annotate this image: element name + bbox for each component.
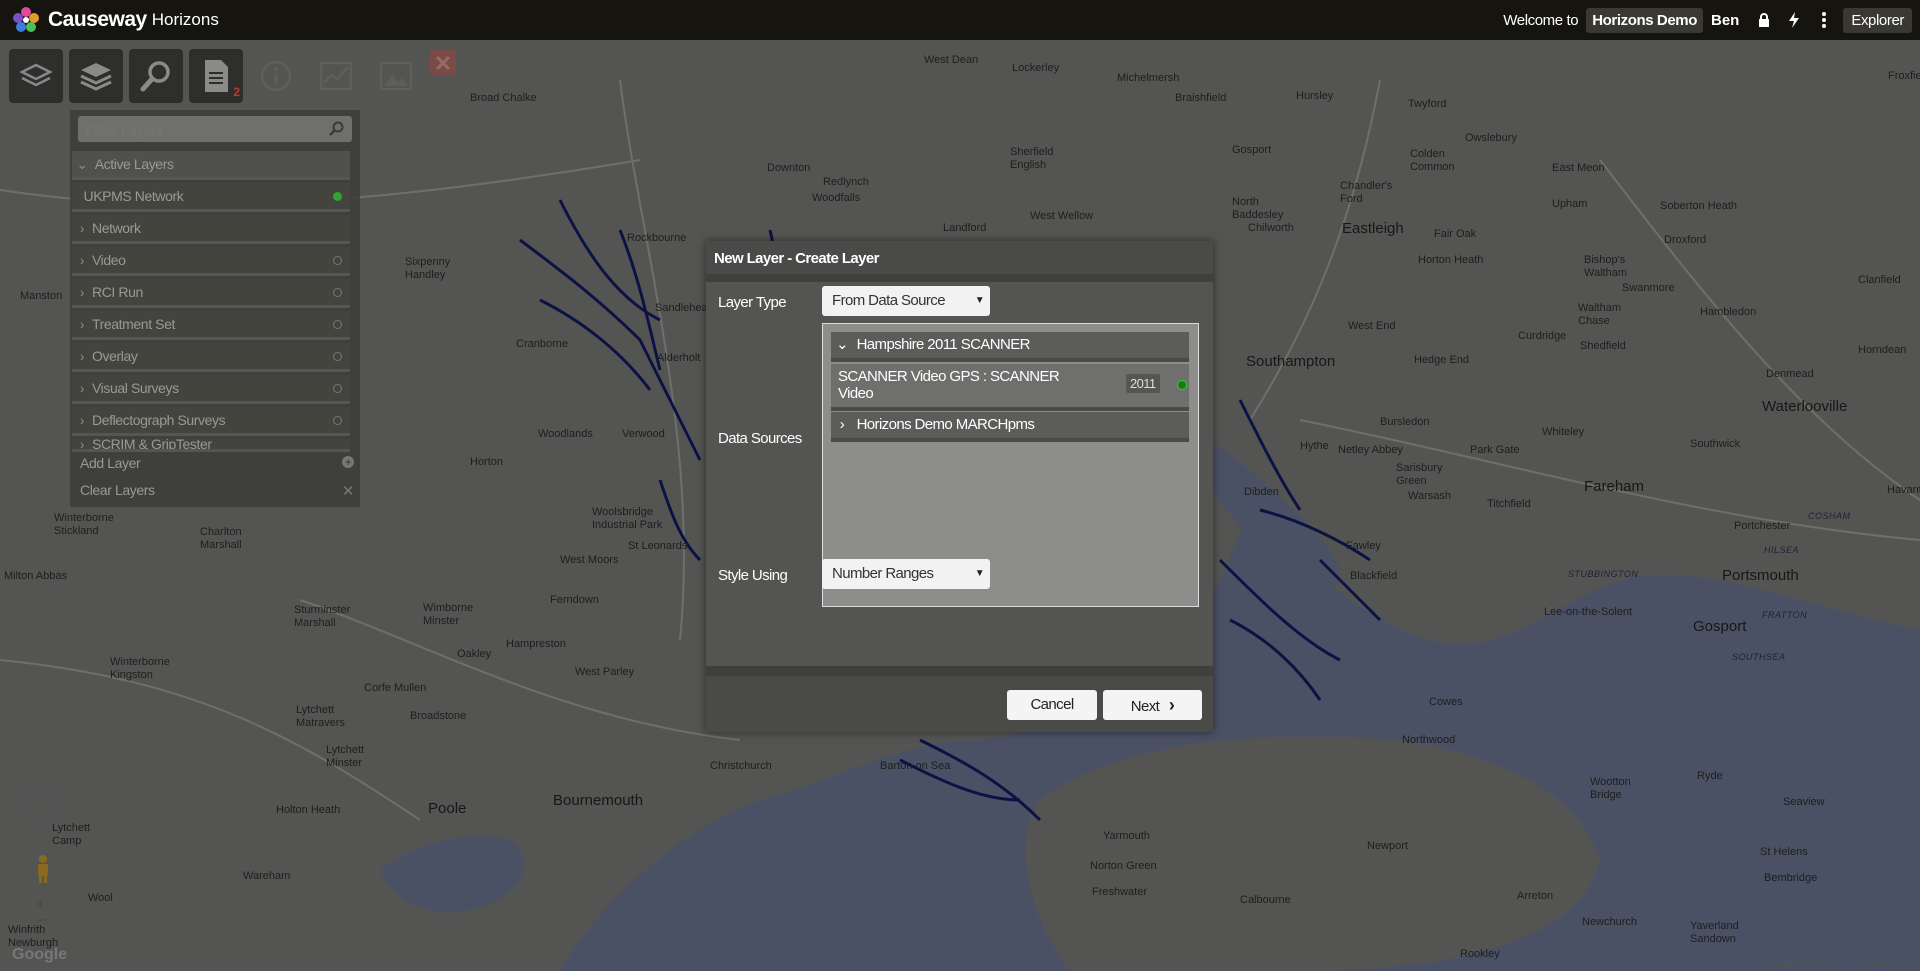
active-layers-header[interactable]: ⌄ Active Layers	[72, 151, 350, 180]
layer-group-overlay[interactable]: › Overlay	[72, 343, 350, 372]
base-layers-icon	[19, 63, 53, 87]
layer-group-treatment-set[interactable]: › Treatment Set	[72, 311, 350, 340]
chevron-right-icon: ›	[79, 220, 85, 236]
google-logo[interactable]: Google	[12, 947, 67, 963]
chevron-down-icon: ⌄	[76, 156, 88, 172]
data-sources-label: Data Sources	[718, 430, 802, 447]
layer-indicator	[333, 384, 342, 393]
search-icon[interactable]	[328, 121, 344, 137]
close-icon	[430, 50, 456, 76]
info-button[interactable]	[249, 49, 303, 103]
new-layer-dialog: New Layer - Create Layer Layer Type From…	[706, 241, 1213, 732]
caret-down-icon: ▼	[974, 568, 985, 579]
info-icon	[260, 60, 292, 92]
dialog-body: Layer Type From Data Source ▼ Data Sourc…	[706, 282, 1213, 666]
chart-icon	[319, 61, 353, 91]
layer-group-network[interactable]: › Network	[72, 215, 350, 244]
close-tool-button[interactable]	[428, 48, 458, 78]
chart-button[interactable]	[309, 49, 363, 103]
brand-name: Causeway	[48, 8, 147, 31]
lightning-icon[interactable]	[1783, 8, 1805, 32]
map-attribution: Map data ©2015 Google	[1766, 962, 1843, 969]
image-button[interactable]	[369, 49, 423, 103]
layer-filter[interactable]	[78, 116, 352, 144]
close-icon: ✕	[341, 483, 355, 500]
explorer-mode-button[interactable]: Explorer	[1843, 7, 1912, 33]
user-button[interactable]: Ben	[1711, 12, 1739, 29]
chevron-right-icon: ›	[839, 416, 845, 433]
layer-active-indicator	[333, 192, 342, 201]
layer-group-rci-run[interactable]: › RCI Run	[72, 279, 350, 308]
chevron-right-icon: ›	[79, 284, 85, 300]
header-right: Welcome to Horizons Demo Ben Explorer	[1503, 0, 1912, 40]
layer-indicator	[333, 288, 342, 297]
street-view-pegman-icon[interactable]	[34, 854, 52, 884]
add-layer-button[interactable]: Add Layer +	[80, 455, 354, 471]
layer-group-scrim[interactable]: › SCRIM & GripTester	[72, 439, 350, 452]
clear-layers-button[interactable]: Clear Layers ✕	[80, 482, 355, 500]
source-group-horizons-demo[interactable]: › Horizons Demo MARCHpms	[831, 412, 1189, 442]
divider	[706, 274, 1213, 282]
reports-badge: 2	[233, 85, 240, 99]
search-button[interactable]	[129, 49, 183, 103]
next-button[interactable]: Next ›	[1103, 690, 1202, 720]
filter-layers-input[interactable]	[78, 116, 328, 144]
reports-button[interactable]: 2	[189, 49, 243, 103]
layer-group-deflectograph[interactable]: › Deflectograph Surveys	[72, 407, 350, 436]
layer-indicator	[333, 256, 342, 265]
layer-type-label: Layer Type	[718, 294, 787, 311]
layer-group-video[interactable]: › Video	[72, 247, 350, 276]
pan-control[interactable]	[22, 782, 66, 826]
layers-icon	[80, 63, 112, 91]
divider	[706, 666, 1213, 676]
chevron-right-icon: ›	[79, 439, 85, 452]
chevron-right-icon: ›	[79, 412, 85, 428]
year-badge: 2011	[1126, 374, 1160, 393]
add-icon: +	[342, 456, 354, 468]
dialog-title: New Layer - Create Layer	[714, 250, 879, 267]
search-icon	[140, 61, 170, 92]
chevron-down-icon: ⌄	[836, 336, 849, 353]
layer-indicator	[333, 320, 342, 329]
chevron-right-icon: ›	[79, 380, 85, 396]
layers-button[interactable]	[69, 49, 123, 103]
chevron-right-icon: ›	[1168, 695, 1175, 715]
lock-icon[interactable]	[1753, 8, 1775, 32]
image-icon	[379, 61, 413, 91]
more-vertical-icon[interactable]	[1813, 8, 1835, 32]
caret-down-icon: ▼	[974, 295, 985, 306]
chevron-right-icon: ›	[79, 348, 85, 364]
zoom-in-button[interactable]: +	[36, 896, 45, 913]
chevron-right-icon: ›	[79, 316, 85, 332]
source-item-scanner-video[interactable]: SCANNER Video GPS : SCANNER Video 2011	[831, 364, 1189, 411]
top-bar: Causeway Horizons Welcome to Horizons De…	[0, 0, 1920, 40]
chevron-right-icon: ›	[79, 252, 85, 268]
layer-group-visual-surveys[interactable]: › Visual Surveys	[72, 375, 350, 404]
status-indicator	[1177, 380, 1187, 390]
layer-indicator	[333, 352, 342, 361]
terms-link[interactable]: Terms of Use	[1866, 959, 1907, 971]
layer-type-select[interactable]: From Data Source ▼	[822, 286, 990, 316]
cancel-button[interactable]: Cancel	[1007, 690, 1097, 720]
layer-indicator	[333, 416, 342, 425]
app-logo[interactable]: Causeway Horizons	[10, 4, 219, 36]
welcome-text: Welcome to	[1503, 11, 1579, 29]
layer-item-ukpms-network[interactable]: UKPMS Network	[72, 183, 350, 212]
source-group-hampshire[interactable]: ⌄ Hampshire 2011 SCANNER	[831, 332, 1189, 362]
document-icon	[205, 60, 228, 92]
project-button[interactable]: Horizons Demo	[1586, 7, 1703, 33]
product-name: Horizons	[151, 10, 219, 29]
zoom-out-button[interactable]: −	[37, 912, 46, 929]
layers-panel: ⌄ Active Layers UKPMS Network ›Network ›…	[70, 110, 360, 507]
causeway-logo-icon	[13, 7, 39, 32]
base-layers-button[interactable]	[9, 49, 63, 103]
style-using-select[interactable]: Number Ranges ▼	[822, 559, 990, 589]
style-using-label: Style Using	[718, 567, 788, 584]
